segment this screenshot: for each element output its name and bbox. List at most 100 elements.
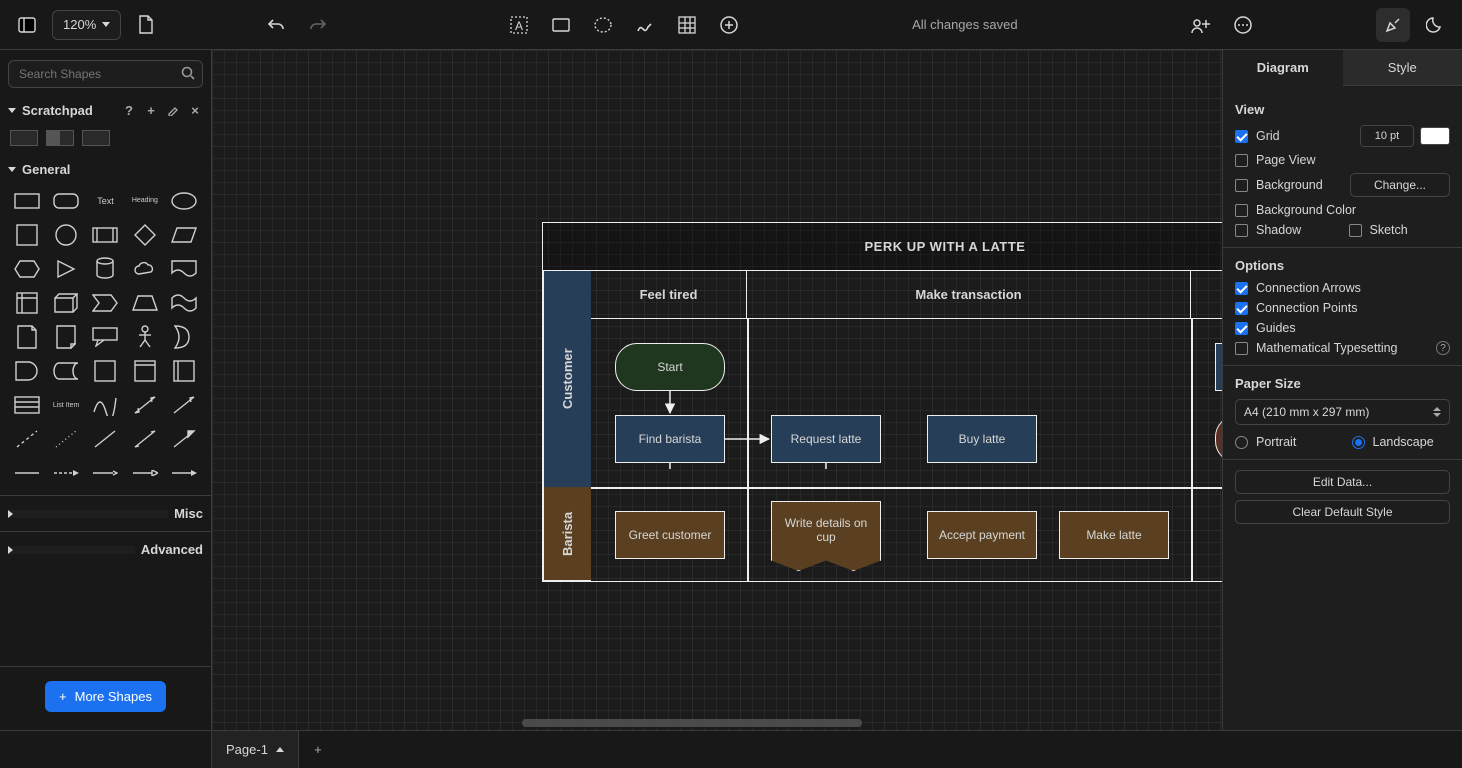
page-tab[interactable]: Page-1 (212, 731, 299, 768)
shape-hexagon[interactable] (10, 255, 43, 283)
more-menu-button[interactable] (1226, 8, 1260, 42)
shape-cylinder[interactable] (89, 255, 122, 283)
sketch-checkbox[interactable]: Sketch (1349, 223, 1451, 237)
general-header[interactable]: General (0, 156, 211, 183)
node-drink-latte[interactable]: Drink latte (1215, 343, 1222, 391)
node-request-latte[interactable]: Request latte (771, 415, 881, 463)
more-shapes-button[interactable]: + More Shapes (45, 681, 166, 712)
node-buy-latte[interactable]: Buy latte (927, 415, 1037, 463)
shape-document[interactable] (168, 255, 201, 283)
shape-square[interactable] (10, 221, 43, 249)
shape-link-thin[interactable] (89, 459, 122, 487)
guides-checkbox[interactable]: Guides (1235, 321, 1450, 335)
phase-make-transaction[interactable]: Make transaction (747, 271, 1191, 318)
swimlane-diagram[interactable]: PERK UP WITH A LATTE Customer Barista Fe… (542, 222, 1222, 582)
shape-circle[interactable] (49, 221, 82, 249)
horizontal-scrollbar[interactable] (212, 716, 1222, 730)
shape-ellipse[interactable] (168, 187, 201, 215)
undo-button[interactable] (259, 8, 293, 42)
shape-link-filled[interactable] (168, 459, 201, 487)
shape-frame-h[interactable] (128, 357, 161, 385)
shape-tape[interactable] (168, 289, 201, 317)
shape-and[interactable] (10, 357, 43, 385)
text-tool-button[interactable]: A (502, 8, 536, 42)
phase-feel-tired[interactable]: Feel tired (591, 271, 747, 318)
edit-data-button[interactable]: Edit Data... (1235, 470, 1450, 494)
shape-list[interactable] (10, 391, 43, 419)
canvas-area[interactable]: PERK UP WITH A LATTE Customer Barista Fe… (212, 50, 1222, 730)
shape-container[interactable] (89, 357, 122, 385)
shape-frame-v[interactable] (168, 357, 201, 385)
add-tool-button[interactable] (712, 8, 746, 42)
shape-triangle[interactable] (49, 255, 82, 283)
node-write[interactable]: Write details on cup (771, 501, 881, 571)
grid-color-swatch[interactable] (1420, 127, 1450, 145)
shape-parallelogram[interactable] (168, 221, 201, 249)
math-checkbox[interactable]: Mathematical Typesetting (1235, 341, 1430, 355)
misc-section[interactable]: Misc (0, 495, 211, 531)
tab-diagram[interactable]: Diagram (1223, 50, 1343, 86)
freehand-draw-button[interactable] (628, 8, 662, 42)
scratchpad-item[interactable] (82, 130, 110, 146)
shape-heading[interactable]: Heading (128, 187, 161, 215)
tab-style[interactable]: Style (1343, 50, 1462, 86)
clear-style-button[interactable]: Clear Default Style (1235, 500, 1450, 524)
paper-size-select[interactable]: A4 (210 mm x 297 mm) (1235, 399, 1450, 425)
shape-line[interactable] (89, 425, 122, 453)
shape-internal-storage[interactable] (10, 289, 43, 317)
grid-size-input[interactable]: 10 pt (1360, 125, 1414, 147)
node-make[interactable]: Make latte (1059, 511, 1169, 559)
add-icon[interactable]: + (143, 102, 159, 118)
shape-datastore[interactable] (49, 357, 82, 385)
node-accept[interactable]: Accept payment (927, 511, 1037, 559)
search-shapes-input[interactable] (8, 60, 203, 88)
phase-feel-perky[interactable]: Feel perky (1191, 271, 1222, 318)
lane-customer[interactable]: Customer (543, 271, 591, 487)
shape-cube[interactable] (49, 289, 82, 317)
background-checkbox[interactable]: Background (1235, 178, 1344, 192)
page-view-checkbox[interactable]: Page View (1235, 153, 1450, 167)
close-icon[interactable]: × (187, 102, 203, 118)
lane-barista[interactable]: Barista (543, 487, 591, 581)
help-icon[interactable]: ? (1436, 341, 1450, 355)
scratchpad-header[interactable]: Scratchpad ? + × (0, 96, 211, 124)
shape-actor[interactable] (128, 323, 161, 351)
zoom-select[interactable]: 120% (52, 10, 121, 40)
shape-callout[interactable] (89, 323, 122, 351)
shape-dashed-line[interactable] (10, 425, 43, 453)
scratchpad-item[interactable] (46, 130, 74, 146)
shadow-checkbox[interactable]: Shadow (1235, 223, 1343, 237)
shape-trapezoid[interactable] (128, 289, 161, 317)
node-greet[interactable]: Greet customer (615, 511, 725, 559)
shape-curve[interactable] (89, 391, 122, 419)
shape-bidir-arrow[interactable] (128, 391, 161, 419)
shape-list-item[interactable]: List Item (49, 391, 82, 419)
shape-diamond[interactable] (128, 221, 161, 249)
shape-note[interactable] (10, 323, 43, 351)
shape-or[interactable] (168, 323, 201, 351)
dark-mode-button[interactable] (1418, 8, 1452, 42)
node-find-barista[interactable]: Find barista (615, 415, 725, 463)
orientation-landscape[interactable]: Landscape (1352, 435, 1451, 449)
edit-icon[interactable] (165, 102, 181, 118)
table-tool-button[interactable] (670, 8, 704, 42)
node-start[interactable]: Start (615, 343, 725, 391)
shape-link[interactable] (10, 459, 43, 487)
shape-dir-line[interactable] (168, 425, 201, 453)
help-icon[interactable]: ? (121, 102, 137, 118)
shape-link-open[interactable] (128, 459, 161, 487)
design-mode-button[interactable] (1376, 8, 1410, 42)
note-tool-button[interactable] (544, 8, 578, 42)
shape-cloud[interactable] (128, 255, 161, 283)
shape-text[interactable]: Text (89, 187, 122, 215)
connection-arrows-checkbox[interactable]: Connection Arrows (1235, 281, 1450, 295)
add-page-button[interactable]: + (299, 742, 337, 757)
connection-points-checkbox[interactable]: Connection Points (1235, 301, 1450, 315)
shape-card[interactable] (49, 323, 82, 351)
toggle-sidebar-button[interactable] (10, 8, 44, 42)
background-change-button[interactable]: Change... (1350, 173, 1450, 197)
shape-step[interactable] (89, 289, 122, 317)
grid-checkbox[interactable]: Grid (1235, 129, 1354, 143)
advanced-section[interactable]: Advanced (0, 531, 211, 567)
shape-dotted-line[interactable] (49, 425, 82, 453)
